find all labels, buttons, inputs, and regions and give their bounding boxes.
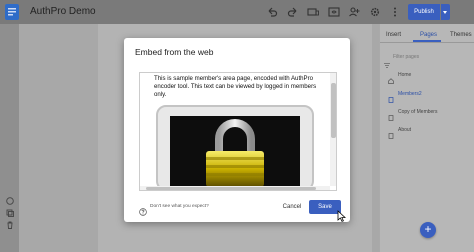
page-icon — [388, 126, 394, 139]
padlock-image — [156, 105, 314, 187]
preview-icon[interactable] — [328, 6, 340, 18]
palette-icon[interactable] — [6, 192, 14, 205]
filter-icon — [384, 55, 390, 68]
embed-dialog: Embed from the web This is sample member… — [124, 38, 350, 222]
copy-icon[interactable] — [6, 204, 14, 217]
left-rail — [0, 24, 19, 252]
settings-icon[interactable] — [369, 6, 381, 18]
filter-pages-input[interactable]: Filter pages — [393, 54, 419, 60]
publish-options-dropdown[interactable] — [441, 4, 450, 20]
tab-themes[interactable]: Themes — [450, 32, 472, 38]
top-bar: AuthPro Demo Publish — [0, 0, 474, 24]
page-item-copy-of-members[interactable]: Copy of Members — [398, 109, 437, 115]
page-icon — [388, 90, 394, 103]
page-item-about[interactable]: About — [398, 127, 411, 133]
more-icon[interactable] — [389, 6, 401, 18]
add-page-button[interactable]: + — [420, 222, 436, 238]
app-title[interactable]: AuthPro Demo — [30, 6, 96, 17]
embed-preview-text: This is sample member's area page, encod… — [154, 75, 317, 98]
device-preview-icon[interactable] — [307, 6, 319, 18]
horizontal-scrollbar[interactable] — [140, 186, 330, 190]
help-icon — [139, 203, 147, 216]
delete-icon[interactable] — [6, 216, 14, 229]
mouse-cursor-icon — [337, 210, 346, 222]
vertical-scrollbar[interactable] — [330, 73, 336, 186]
page-icon — [388, 108, 394, 121]
divider — [380, 42, 474, 43]
cancel-button[interactable]: Cancel — [279, 201, 305, 213]
help-link[interactable]: Don't see what you expect? — [150, 204, 209, 209]
embed-preview-frame[interactable]: This is sample member's area page, encod… — [139, 72, 337, 191]
dialog-title: Embed from the web — [135, 47, 214, 57]
publish-button[interactable]: Publish — [408, 4, 440, 20]
tab-pages[interactable]: Pages — [420, 32, 437, 38]
sites-logo-icon — [5, 4, 19, 20]
page-item-members2[interactable]: Members2 — [398, 91, 422, 97]
tab-insert[interactable]: Insert — [386, 32, 401, 38]
page-item-home[interactable]: Home — [398, 72, 411, 78]
share-icon[interactable] — [348, 6, 360, 18]
undo-icon[interactable] — [266, 6, 278, 18]
redo-icon[interactable] — [287, 6, 299, 18]
home-icon — [388, 71, 394, 84]
